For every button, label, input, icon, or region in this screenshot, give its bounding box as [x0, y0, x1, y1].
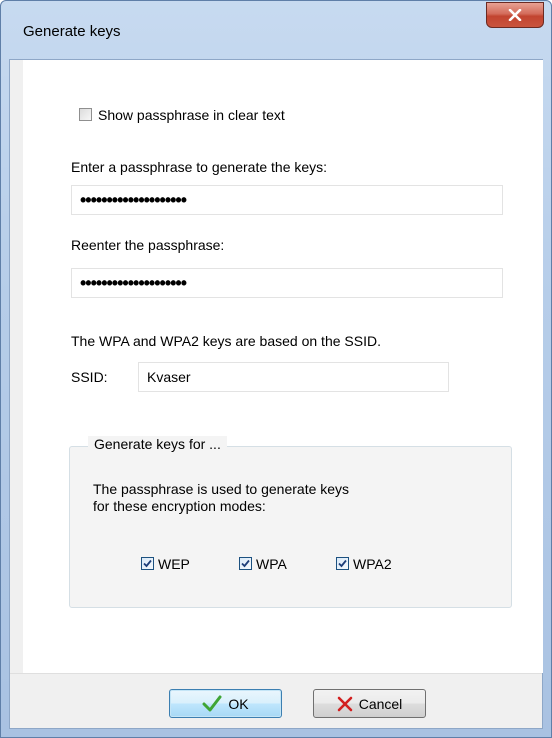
reenter-passphrase-value: ••••••••••••••••••••	[80, 272, 187, 293]
show-clear-text-label: Show passphrase in clear text	[98, 107, 285, 123]
group-description-line1: The passphrase is used to generate keys	[93, 481, 350, 497]
wpa2-label: WPA2	[353, 556, 392, 572]
footer-separator	[10, 673, 542, 674]
ssid-note: The WPA and WPA2 keys are based on the S…	[71, 333, 381, 349]
cross-icon	[337, 696, 353, 711]
ok-button-label: OK	[228, 695, 249, 712]
close-icon	[508, 9, 522, 21]
ssid-value: Kvaser	[147, 369, 191, 385]
wpa-label: WPA	[256, 556, 287, 572]
group-description-line2: for these encryption modes:	[93, 498, 266, 514]
wep-checkbox[interactable]	[141, 557, 154, 570]
checkmark-icon	[241, 559, 250, 568]
title-bar: Generate keys	[1, 1, 551, 59]
checkmark-icon	[143, 559, 152, 568]
reenter-passphrase-field[interactable]: ••••••••••••••••••••	[71, 268, 503, 298]
cancel-button-label: Cancel	[358, 695, 403, 712]
close-button[interactable]	[486, 2, 544, 28]
ssid-field[interactable]: Kvaser	[138, 362, 449, 392]
ssid-label: SSID:	[71, 369, 108, 385]
cancel-button[interactable]: Cancel	[313, 689, 426, 718]
passphrase-field[interactable]: ••••••••••••••••••••	[71, 185, 503, 215]
wpa-checkbox[interactable]	[239, 557, 252, 570]
show-clear-text-checkbox[interactable]	[79, 108, 92, 121]
reenter-label: Reenter the passphrase:	[71, 237, 225, 253]
wpa2-checkbox[interactable]	[336, 557, 349, 570]
ok-button[interactable]: OK	[169, 689, 282, 718]
window-title: Generate keys	[23, 23, 121, 40]
checkmark-icon	[338, 559, 347, 568]
dialog-window: Generate keys Show passphrase in clear t…	[0, 0, 552, 738]
wep-label: WEP	[158, 556, 190, 572]
passphrase-label: Enter a passphrase to generate the keys:	[71, 159, 328, 175]
dialog-client-area: Show passphrase in clear text Enter a pa…	[9, 59, 543, 729]
generate-keys-groupbox	[69, 446, 512, 608]
groupbox-caption: Generate keys for ...	[88, 436, 227, 452]
checkmark-icon	[202, 695, 222, 711]
passphrase-value: ••••••••••••••••••••	[80, 189, 187, 210]
